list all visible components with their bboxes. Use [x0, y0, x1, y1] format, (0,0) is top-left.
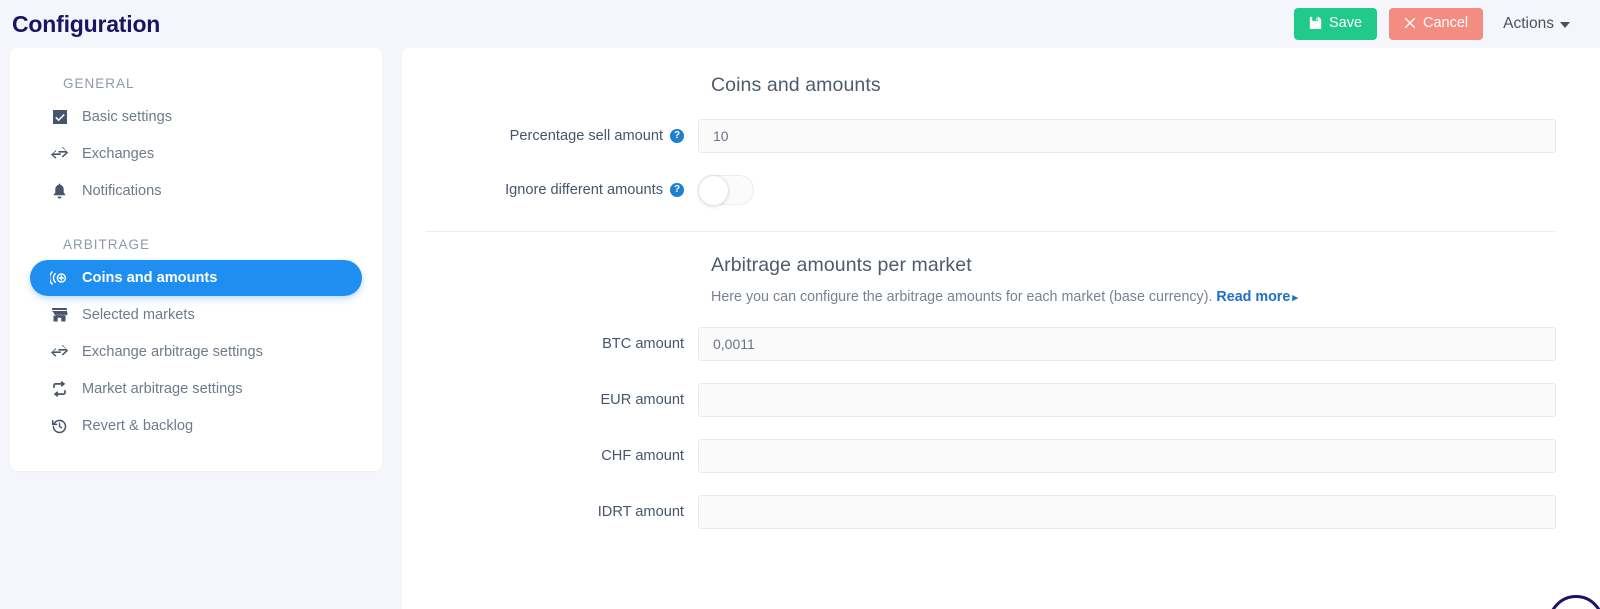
toggle-knob — [698, 175, 729, 206]
sidebar-item-selected-markets[interactable]: Selected markets — [30, 297, 362, 333]
sidebar-item-exchange-arbitrage-settings[interactable]: Exchange arbitrage settings — [30, 334, 362, 370]
form-row-eur-amount: EUR amount — [426, 383, 1556, 417]
read-more-link[interactable]: Read more ▸ — [1216, 289, 1297, 305]
settings-sidebar: GENERAL Basic settings Exchanges Notific… — [10, 48, 382, 472]
sidebar-item-label: Revert & backlog — [82, 418, 194, 435]
form-row-ignore-different-amounts: Ignore different amounts ? — [426, 175, 1556, 206]
section-description-text: Here you can configure the arbitrage amo… — [711, 289, 1213, 305]
retweet-loop-icon — [50, 381, 69, 398]
field-label: CHF amount — [601, 448, 684, 464]
btc-amount-input[interactable] — [698, 327, 1556, 361]
sidebar-item-basic-settings[interactable]: Basic settings — [30, 99, 362, 135]
nav-group-heading-arbitrage: ARBITRAGE — [63, 237, 151, 253]
sidebar-item-label: Selected markets — [82, 307, 195, 324]
chevron-down-icon — [1560, 22, 1570, 28]
question-circle-icon[interactable]: ? — [670, 183, 684, 197]
sidebar-item-coins-and-amounts[interactable]: Coins and amounts — [30, 260, 362, 297]
sidebar-item-label: Market arbitrage settings — [82, 381, 243, 398]
percentage-sell-amount-input[interactable] — [698, 119, 1556, 153]
sidebar-item-label: Notifications — [82, 183, 162, 200]
idrt-amount-input[interactable] — [698, 495, 1556, 529]
read-more-label: Read more — [1216, 289, 1291, 305]
nav-group-arbitrage: ARBITRAGE Coins and amounts Selected mar — [30, 237, 362, 444]
sidebar-item-label: Coins and amounts — [82, 270, 218, 287]
sidebar-item-exchanges[interactable]: Exchanges — [30, 136, 362, 172]
help-chat-floating-button[interactable] — [1548, 595, 1600, 609]
header-actions-group: Save Cancel Actions — [1293, 8, 1576, 40]
sidebar-item-label: Exchanges — [82, 146, 155, 163]
sidebar-item-market-arbitrage-settings[interactable]: Market arbitrage settings — [30, 371, 362, 407]
settings-content-panel: Coins and amounts Percentage sell amount… — [402, 48, 1600, 609]
nav-group-heading-general: GENERAL — [63, 76, 135, 91]
save-button[interactable]: Save — [1293, 8, 1378, 40]
cancel-button-label: Cancel — [1423, 15, 1469, 32]
field-label-group: Percentage sell amount ? — [426, 128, 698, 144]
field-label: BTC amount — [602, 336, 684, 352]
form-row-percentage-sell-amount: Percentage sell amount ? — [426, 119, 1556, 153]
exchange-arrows-icon — [50, 344, 69, 360]
store-icon — [50, 307, 69, 323]
top-header-bar: Configuration Save Cancel Actions — [0, 0, 1600, 48]
exchange-arrows-icon — [50, 146, 69, 162]
form-row-idrt-amount: IDRT amount — [426, 495, 1556, 529]
check-square-icon — [50, 109, 69, 125]
section-description: Here you can configure the arbitrage amo… — [711, 289, 1556, 305]
field-label-group: Ignore different amounts ? — [426, 182, 698, 198]
chf-amount-input[interactable] — [698, 439, 1556, 473]
coin-plus-broadcast-icon — [50, 270, 69, 286]
field-label: Percentage sell amount — [509, 128, 663, 144]
form-row-btc-amount: BTC amount — [426, 327, 1556, 361]
field-label: IDRT amount — [597, 504, 684, 520]
bell-icon — [50, 183, 69, 199]
page-title: Configuration — [12, 10, 161, 37]
floppy-disk-icon — [1309, 16, 1322, 31]
nav-group-general: GENERAL Basic settings Exchanges Notific… — [30, 76, 362, 209]
form-row-chf-amount: CHF amount — [426, 439, 1556, 473]
page-layout: GENERAL Basic settings Exchanges Notific… — [0, 48, 1600, 609]
eur-amount-input[interactable] — [698, 383, 1556, 417]
field-label: EUR amount — [600, 392, 684, 408]
sidebar-item-label: Basic settings — [82, 109, 173, 125]
history-revert-icon — [50, 418, 69, 434]
actions-dropdown[interactable]: Actions — [1501, 9, 1572, 39]
chevron-right-icon: ▸ — [1292, 292, 1298, 304]
save-button-label: Save — [1328, 15, 1363, 32]
sidebar-item-label: Exchange arbitrage settings — [82, 344, 263, 361]
close-x-icon — [1404, 17, 1416, 31]
section-title-coins-and-amounts: Coins and amounts — [711, 74, 881, 96]
field-label: Ignore different amounts — [505, 182, 663, 198]
question-circle-icon[interactable]: ? — [670, 129, 684, 143]
section-title-arbitrage-amounts-per-market: Arbitrage amounts per market — [711, 254, 972, 276]
sidebar-item-revert-and-backlog[interactable]: Revert & backlog — [30, 408, 362, 444]
sidebar-item-notifications[interactable]: Notifications — [30, 173, 362, 209]
cancel-button[interactable]: Cancel — [1389, 8, 1484, 40]
ignore-different-amounts-toggle[interactable] — [698, 175, 754, 206]
actions-dropdown-label: Actions — [1503, 15, 1554, 32]
